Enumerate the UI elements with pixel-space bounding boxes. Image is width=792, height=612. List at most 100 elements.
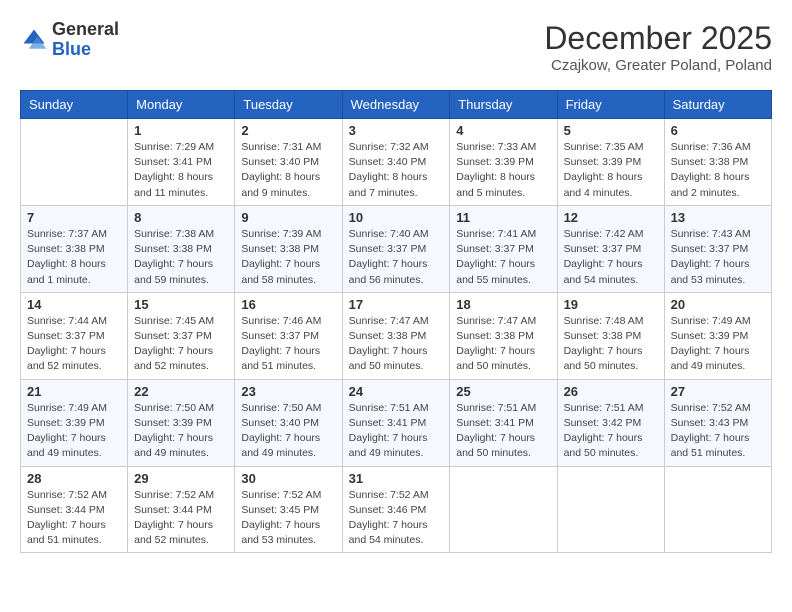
- day-info: Sunrise: 7:52 AM Sunset: 3:46 PM Dayligh…: [349, 488, 444, 549]
- day-info: Sunrise: 7:49 AM Sunset: 3:39 PM Dayligh…: [671, 314, 765, 375]
- calendar-cell: 30 Sunrise: 7:52 AM Sunset: 3:45 PM Dayli…: [235, 466, 342, 553]
- day-info: Sunrise: 7:38 AM Sunset: 3:38 PM Dayligh…: [134, 227, 228, 288]
- day-info: Sunrise: 7:45 AM Sunset: 3:37 PM Dayligh…: [134, 314, 228, 375]
- day-number: 11: [456, 210, 550, 225]
- calendar-cell: 7Sunrise: 7:37 AM Sunset: 3:38 PM Daylig…: [21, 205, 128, 292]
- day-info: Sunrise: 7:46 AM Sunset: 3:37 PM Dayligh…: [241, 314, 335, 375]
- calendar-cell: 8 Sunrise: 7:38 AM Sunset: 3:38 PM Daylig…: [128, 205, 235, 292]
- day-info: Sunrise: 7:51 AM Sunset: 3:41 PM Dayligh…: [349, 401, 444, 462]
- day-number: 18: [456, 297, 550, 312]
- day-info: Sunrise: 7:42 AM Sunset: 3:37 PM Dayligh…: [564, 227, 658, 288]
- calendar-cell: [21, 119, 128, 206]
- day-info: Sunrise: 7:50 AM Sunset: 3:40 PM Dayligh…: [241, 401, 335, 462]
- calendar-cell: 3 Sunrise: 7:32 AM Sunset: 3:40 PM Daylig…: [342, 119, 450, 206]
- day-info: Sunrise: 7:35 AM Sunset: 3:39 PM Dayligh…: [564, 140, 658, 201]
- logo-icon: [20, 26, 48, 54]
- calendar-cell: 15 Sunrise: 7:45 AM Sunset: 3:37 PM Dayli…: [128, 292, 235, 379]
- day-number: 10: [349, 210, 444, 225]
- day-number: 19: [564, 297, 658, 312]
- day-number: 6: [671, 123, 765, 138]
- calendar-cell: 31 Sunrise: 7:52 AM Sunset: 3:46 PM Dayli…: [342, 466, 450, 553]
- day-number: 3: [349, 123, 444, 138]
- day-info: Sunrise: 7:29 AM Sunset: 3:41 PM Dayligh…: [134, 140, 228, 201]
- calendar-cell: 10Sunrise: 7:40 AM Sunset: 3:37 PM Dayli…: [342, 205, 450, 292]
- day-number: 1: [134, 123, 228, 138]
- calendar-cell: [664, 466, 771, 553]
- day-number: 28: [27, 471, 121, 486]
- calendar-cell: 12 Sunrise: 7:42 AM Sunset: 3:37 PM Dayli…: [557, 205, 664, 292]
- calendar-cell: 13 Sunrise: 7:43 AM Sunset: 3:37 PM Dayli…: [664, 205, 771, 292]
- day-number: 20: [671, 297, 765, 312]
- calendar-week-row: 7Sunrise: 7:37 AM Sunset: 3:38 PM Daylig…: [21, 205, 772, 292]
- calendar-cell: 9 Sunrise: 7:39 AM Sunset: 3:38 PM Daylig…: [235, 205, 342, 292]
- day-number: 16: [241, 297, 335, 312]
- day-number: 27: [671, 384, 765, 399]
- day-number: 12: [564, 210, 658, 225]
- calendar-week-row: 21 Sunrise: 7:49 AM Sunset: 3:39 PM Dayli…: [21, 379, 772, 466]
- calendar-cell: 26Sunrise: 7:51 AM Sunset: 3:42 PM Dayli…: [557, 379, 664, 466]
- day-info: Sunrise: 7:52 AM Sunset: 3:43 PM Dayligh…: [671, 401, 765, 462]
- day-info: Sunrise: 7:32 AM Sunset: 3:40 PM Dayligh…: [349, 140, 444, 201]
- day-number: 29: [134, 471, 228, 486]
- calendar-cell: 28Sunrise: 7:52 AM Sunset: 3:44 PM Dayli…: [21, 466, 128, 553]
- day-number: 13: [671, 210, 765, 225]
- calendar-week-row: 28 Sunrise: 7:52 AM Sunset: 3:44 PM Dayli…: [21, 466, 772, 553]
- day-info: Sunrise: 7:33 AM Sunset: 3:39 PM Dayligh…: [456, 140, 550, 201]
- calendar-cell: 14Sunrise: 7:44 AM Sunset: 3:37 PM Dayli…: [21, 292, 128, 379]
- calendar-cell: 24 Sunrise: 7:51 AM Sunset: 3:41 PM Dayli…: [342, 379, 450, 466]
- day-info: Sunrise: 7:49 AM Sunset: 3:39 PM Dayligh…: [27, 401, 121, 462]
- day-info: Sunrise: 7:41 AM Sunset: 3:37 PM Dayligh…: [456, 227, 550, 288]
- day-number: 9: [241, 210, 335, 225]
- day-number: 24: [349, 384, 444, 399]
- day-number: 5: [564, 123, 658, 138]
- logo: General Blue: [20, 20, 119, 60]
- logo-blue-text: Blue: [52, 40, 119, 60]
- day-info: Sunrise: 7:50 AM Sunset: 3:39 PM Dayligh…: [134, 401, 228, 462]
- day-info: Sunrise: 7:52 AM Sunset: 3:45 PM Dayligh…: [241, 488, 335, 549]
- calendar-cell: [557, 466, 664, 553]
- calendar-week-row: 14Sunrise: 7:44 AM Sunset: 3:37 PM Dayli…: [21, 292, 772, 379]
- calendar-header-row: SundayMondayTuesdayWednesdayThursdayFrid…: [21, 91, 772, 119]
- day-number: 23: [241, 384, 335, 399]
- col-header-saturday: Saturday: [664, 91, 771, 119]
- calendar-week-row: 1 Sunrise: 7:29 AM Sunset: 3:41 PM Daylig…: [21, 119, 772, 206]
- logo-text: General Blue: [52, 20, 119, 60]
- calendar-cell: 2 Sunrise: 7:31 AM Sunset: 3:40 PM Daylig…: [235, 119, 342, 206]
- day-info: Sunrise: 7:52 AM Sunset: 3:44 PM Dayligh…: [134, 488, 228, 549]
- day-info: Sunrise: 7:43 AM Sunset: 3:37 PM Dayligh…: [671, 227, 765, 288]
- calendar-cell: [450, 466, 557, 553]
- calendar-cell: 11 Sunrise: 7:41 AM Sunset: 3:37 PM Dayli…: [450, 205, 557, 292]
- day-info: Sunrise: 7:44 AM Sunset: 3:37 PM Dayligh…: [27, 314, 121, 375]
- day-number: 22: [134, 384, 228, 399]
- day-info: Sunrise: 7:37 AM Sunset: 3:38 PM Dayligh…: [27, 227, 121, 288]
- day-number: 21: [27, 384, 121, 399]
- month-title: December 2025: [544, 20, 772, 57]
- calendar-table: SundayMondayTuesdayWednesdayThursdayFrid…: [20, 90, 772, 553]
- calendar-cell: 21 Sunrise: 7:49 AM Sunset: 3:39 PM Dayli…: [21, 379, 128, 466]
- day-number: 2: [241, 123, 335, 138]
- day-number: 30: [241, 471, 335, 486]
- col-header-tuesday: Tuesday: [235, 91, 342, 119]
- day-info: Sunrise: 7:39 AM Sunset: 3:38 PM Dayligh…: [241, 227, 335, 288]
- calendar-cell: 20 Sunrise: 7:49 AM Sunset: 3:39 PM Dayli…: [664, 292, 771, 379]
- day-number: 8: [134, 210, 228, 225]
- day-number: 15: [134, 297, 228, 312]
- day-info: Sunrise: 7:36 AM Sunset: 3:38 PM Dayligh…: [671, 140, 765, 201]
- calendar-cell: 29 Sunrise: 7:52 AM Sunset: 3:44 PM Dayli…: [128, 466, 235, 553]
- col-header-wednesday: Wednesday: [342, 91, 450, 119]
- calendar-cell: 5 Sunrise: 7:35 AM Sunset: 3:39 PM Daylig…: [557, 119, 664, 206]
- calendar-cell: 6 Sunrise: 7:36 AM Sunset: 3:38 PM Daylig…: [664, 119, 771, 206]
- day-info: Sunrise: 7:47 AM Sunset: 3:38 PM Dayligh…: [456, 314, 550, 375]
- calendar-cell: 22 Sunrise: 7:50 AM Sunset: 3:39 PM Dayli…: [128, 379, 235, 466]
- calendar-cell: 17Sunrise: 7:47 AM Sunset: 3:38 PM Dayli…: [342, 292, 450, 379]
- col-header-friday: Friday: [557, 91, 664, 119]
- calendar-cell: 25Sunrise: 7:51 AM Sunset: 3:41 PM Dayli…: [450, 379, 557, 466]
- day-info: Sunrise: 7:51 AM Sunset: 3:41 PM Dayligh…: [456, 401, 550, 462]
- col-header-thursday: Thursday: [450, 91, 557, 119]
- title-block: December 2025 Czajkow, Greater Poland, P…: [544, 20, 772, 74]
- day-number: 31: [349, 471, 444, 486]
- day-info: Sunrise: 7:31 AM Sunset: 3:40 PM Dayligh…: [241, 140, 335, 201]
- logo-general-text: General: [52, 20, 119, 40]
- calendar-cell: 27 Sunrise: 7:52 AM Sunset: 3:43 PM Dayli…: [664, 379, 771, 466]
- day-info: Sunrise: 7:51 AM Sunset: 3:42 PM Dayligh…: [564, 401, 658, 462]
